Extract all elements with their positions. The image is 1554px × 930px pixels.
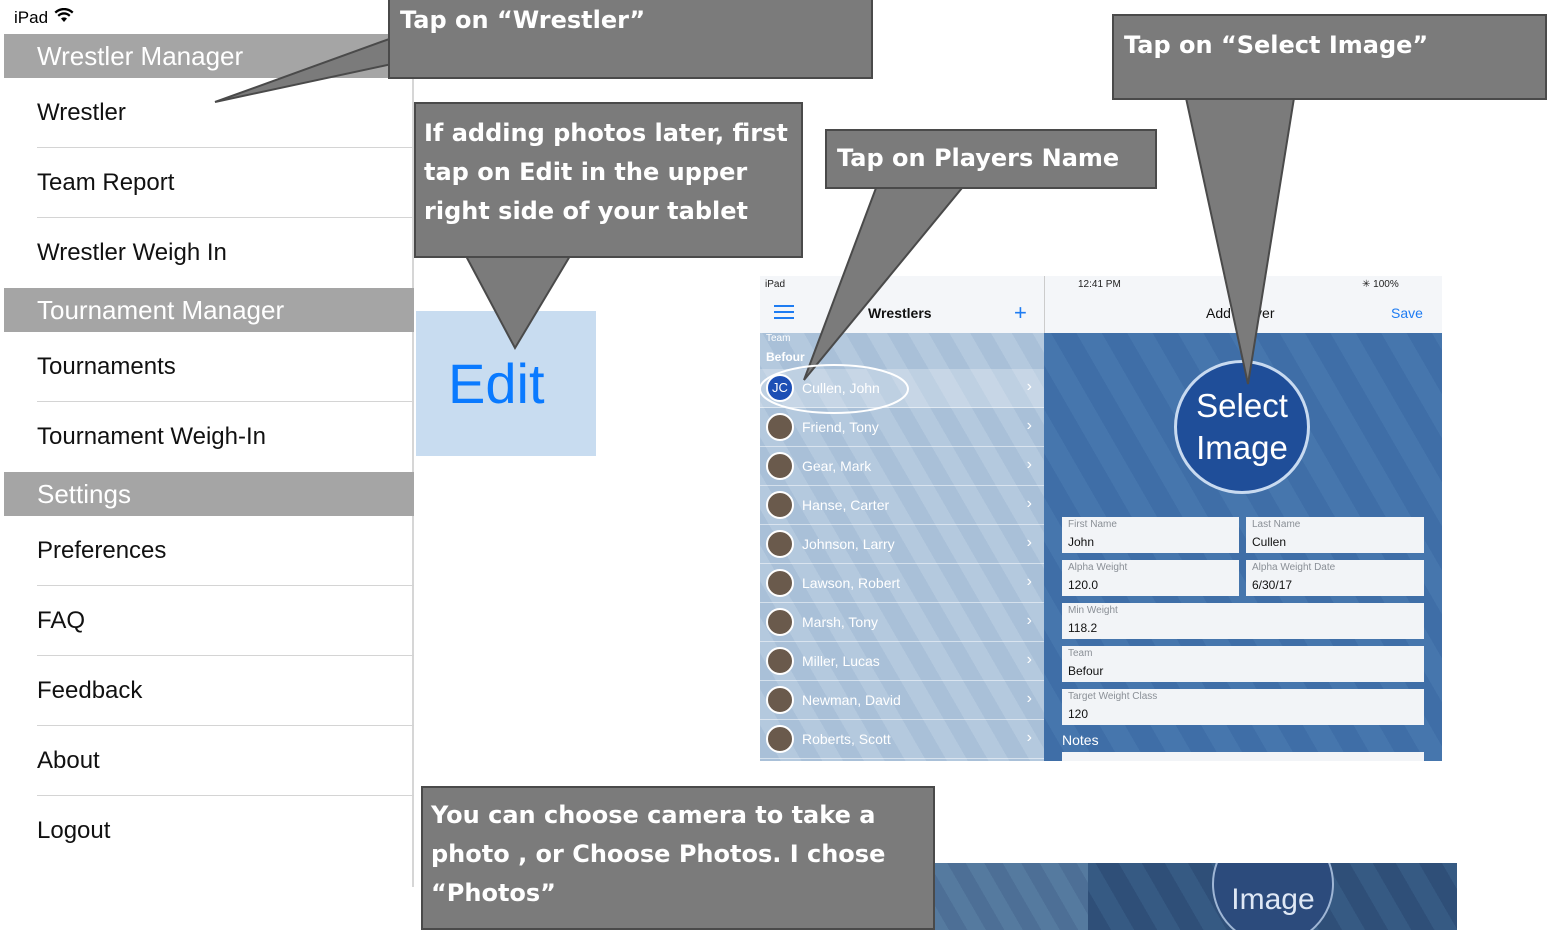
tutorial-canvas: { "status": { "device": "iPad" }, "menu"… [0, 0, 1554, 930]
callout-players: Tap on Players Name [825, 129, 1157, 189]
callout-edit-line: If adding photos later, first [424, 119, 788, 147]
callout-camera: You can choose camera to take a photo , … [421, 786, 935, 930]
pointer-players [803, 187, 965, 381]
callout-wrestler-text: Tap on “Wrestler” [400, 6, 646, 34]
callout-edit-line: tap on Edit in the upper [424, 158, 748, 186]
callout-edit: If adding photos later, first tap on Edi… [414, 102, 803, 258]
callout-camera-line: “Photos” [431, 879, 556, 907]
callout-edit-line: right side of your tablet [424, 197, 748, 225]
callout-select-image-text: Tap on “Select Image” [1124, 31, 1429, 59]
callout-camera-line: photo , or Choose Photos. I chose [431, 840, 886, 868]
callout-wrestler: Tap on “Wrestler” [388, 0, 873, 79]
callout-players-text: Tap on Players Name [837, 144, 1120, 172]
pointer-wrestler [214, 36, 393, 103]
callout-select-image: Tap on “Select Image” [1112, 14, 1547, 100]
callout-camera-line: You can choose camera to take a [431, 801, 876, 829]
pointer-edit [464, 255, 572, 351]
selection-ellipse [759, 364, 909, 414]
pointer-select-image [1184, 97, 1296, 385]
